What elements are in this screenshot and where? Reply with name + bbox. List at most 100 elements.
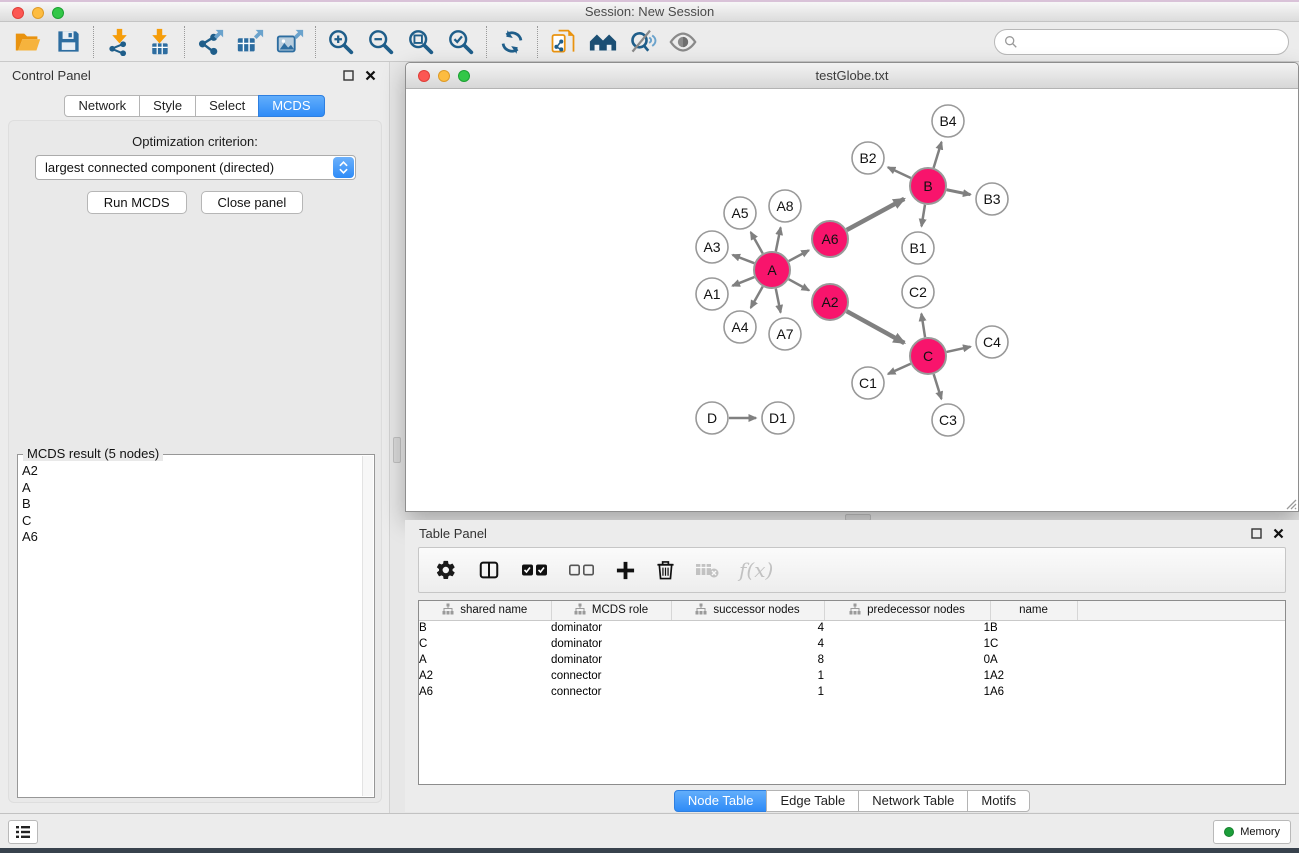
table-cell[interactable]: A6 <box>990 684 1077 700</box>
network-graph[interactable]: B4B2BB3A8A5A6B1A3AC2A1A2A4A7C4CC1DD1C3 <box>406 89 1298 511</box>
table-cell[interactable]: B <box>419 620 551 636</box>
result-item[interactable]: A6 <box>22 529 360 546</box>
export-image-button[interactable] <box>270 25 310 59</box>
tab-motifs[interactable]: Motifs <box>967 790 1030 812</box>
edge-B-B3[interactable] <box>947 190 971 195</box>
result-item[interactable]: A2 <box>22 463 360 480</box>
table-close-icon[interactable] <box>1272 527 1285 540</box>
select-all-button[interactable] <box>521 562 548 579</box>
zoom-fit-button[interactable] <box>401 25 441 59</box>
edge-B-B2[interactable] <box>888 167 911 178</box>
result-item[interactable]: A <box>22 480 360 497</box>
vertical-split-handle[interactable] <box>393 437 401 463</box>
edge-A-A8[interactable] <box>776 228 781 252</box>
table-row[interactable]: Bdominator41B <box>419 620 1285 636</box>
edge-A-A6[interactable] <box>789 250 809 261</box>
show-eye-button[interactable] <box>663 25 703 59</box>
table-cell[interactable]: A2 <box>990 668 1077 684</box>
zoom-selected-button[interactable] <box>441 25 481 59</box>
result-item[interactable]: C <box>22 513 360 530</box>
edge-A-A7[interactable] <box>776 289 781 313</box>
network-close-button[interactable] <box>418 70 430 82</box>
export-network-button[interactable] <box>190 25 230 59</box>
table-row[interactable]: Cdominator41C <box>419 636 1285 652</box>
column-header-MCDS-role[interactable]: MCDS role <box>551 601 671 620</box>
tab-network-table[interactable]: Network Table <box>858 790 968 812</box>
gear-button[interactable] <box>435 559 457 581</box>
edge-B-B1[interactable] <box>922 205 925 227</box>
add-row-button[interactable] <box>615 560 636 581</box>
export-table-button[interactable] <box>230 25 270 59</box>
column-header-successor-nodes[interactable]: successor nodes <box>671 601 824 620</box>
tab-node-table[interactable]: Node Table <box>674 790 768 812</box>
edge-A6-B[interactable] <box>847 199 905 230</box>
table-cell[interactable]: A <box>419 652 551 668</box>
network-zoom-button[interactable] <box>458 70 470 82</box>
tab-select[interactable]: Select <box>195 95 259 117</box>
table-cell[interactable]: 1 <box>824 636 990 652</box>
close-panel-icon[interactable] <box>364 69 377 82</box>
table-cell[interactable]: A6 <box>419 684 551 700</box>
table-row[interactable]: A2connector11A2 <box>419 668 1285 684</box>
table-cell[interactable]: dominator <box>551 620 671 636</box>
table-cell[interactable]: 4 <box>671 636 824 652</box>
table-cell[interactable]: 8 <box>671 652 824 668</box>
edge-A-A3[interactable] <box>733 255 755 263</box>
result-item[interactable]: B <box>22 496 360 513</box>
save-session-button[interactable] <box>48 25 88 59</box>
table-cell[interactable]: dominator <box>551 636 671 652</box>
task-console-button[interactable] <box>8 820 38 844</box>
network-canvas[interactable]: B4B2BB3A8A5A6B1A3AC2A1A2A4A7C4CC1DD1C3 <box>406 89 1298 511</box>
deselect-all-button[interactable] <box>568 562 595 579</box>
table-cell[interactable]: C <box>990 636 1077 652</box>
column-header-shared-name[interactable]: shared name <box>419 601 551 620</box>
import-table-button[interactable] <box>139 25 179 59</box>
table-cell[interactable]: A <box>990 652 1077 668</box>
table-cell[interactable]: B <box>990 620 1077 636</box>
table-cell[interactable]: 1 <box>824 668 990 684</box>
memory-button[interactable]: Memory <box>1213 820 1291 844</box>
zoom-window-button[interactable] <box>52 7 64 19</box>
minimize-window-button[interactable] <box>32 7 44 19</box>
tab-mcds[interactable]: MCDS <box>258 95 324 117</box>
column-header-predecessor-nodes[interactable]: predecessor nodes <box>824 601 990 620</box>
edge-C-C3[interactable] <box>934 374 942 399</box>
network-minimize-button[interactable] <box>438 70 450 82</box>
tab-edge-table[interactable]: Edge Table <box>766 790 859 812</box>
apply-layout-button[interactable] <box>492 25 532 59</box>
close-panel-button[interactable]: Close panel <box>201 191 304 214</box>
table-float-icon[interactable] <box>1250 527 1263 540</box>
node-table[interactable]: shared nameMCDS rolesuccessor nodesprede… <box>418 600 1286 785</box>
tab-style[interactable]: Style <box>139 95 196 117</box>
columns-button[interactable] <box>477 559 501 581</box>
table-cell[interactable]: 1 <box>824 620 990 636</box>
tab-network[interactable]: Network <box>64 95 140 117</box>
zoom-out-button[interactable] <box>361 25 401 59</box>
table-cell[interactable]: 0 <box>824 652 990 668</box>
table-cell[interactable]: A2 <box>419 668 551 684</box>
edge-C-C2[interactable] <box>921 314 925 337</box>
edge-A-A5[interactable] <box>751 232 763 253</box>
table-cell[interactable]: dominator <box>551 652 671 668</box>
edge-B-B4[interactable] <box>934 142 942 168</box>
table-row[interactable]: A6connector11A6 <box>419 684 1285 700</box>
search-field[interactable] <box>994 29 1289 55</box>
close-window-button[interactable] <box>12 7 24 19</box>
edge-A2-C[interactable] <box>847 311 905 343</box>
edge-A-A1[interactable] <box>732 277 754 286</box>
table-cell[interactable]: 4 <box>671 620 824 636</box>
edge-A-A2[interactable] <box>789 279 809 290</box>
table-cell[interactable]: 1 <box>824 684 990 700</box>
result-scrollbar[interactable] <box>362 456 373 796</box>
open-folder-button[interactable] <box>8 25 48 59</box>
table-cell[interactable]: 1 <box>671 684 824 700</box>
home-network-button[interactable] <box>583 25 623 59</box>
float-panel-icon[interactable] <box>342 69 355 82</box>
table-cell[interactable]: connector <box>551 684 671 700</box>
clone-network-button[interactable] <box>543 25 583 59</box>
zoom-in-button[interactable] <box>321 25 361 59</box>
hide-details-button[interactable] <box>623 25 663 59</box>
run-mcds-button[interactable]: Run MCDS <box>87 191 187 214</box>
edge-A-A4[interactable] <box>751 287 763 308</box>
table-cell[interactable]: 1 <box>671 668 824 684</box>
